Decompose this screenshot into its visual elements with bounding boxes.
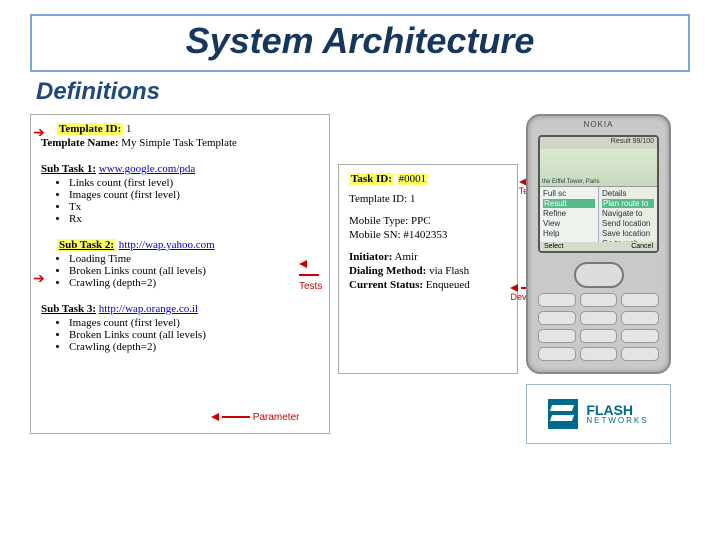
list-item: Tx xyxy=(69,201,319,213)
page-title: System Architecture xyxy=(42,20,678,62)
section-subtitle: Definitions xyxy=(36,78,720,106)
subtask3-label: Sub Task 3: xyxy=(41,303,96,315)
logo-sub: NETWORKS xyxy=(586,417,648,425)
phone-key[interactable] xyxy=(621,329,659,343)
subtask2-url[interactable]: http://wap.yahoo.com xyxy=(119,239,215,251)
phone-mockup: NOKIA Result 99/100 the Eiffel Tower, Pa… xyxy=(526,114,671,374)
subtask1-url[interactable]: www.google.com/pda xyxy=(99,163,195,175)
initiator-value: Amir xyxy=(395,251,418,263)
phone-key[interactable] xyxy=(621,311,659,325)
task-panel: Task ID: #0001 Template ID: 1 from Task … xyxy=(338,164,518,374)
template-panel: ➔ Template ID: 1 Template Name: My Simpl… xyxy=(30,114,330,434)
flash-logo-icon xyxy=(548,399,578,429)
phone-keypad xyxy=(538,261,659,361)
phone-key[interactable] xyxy=(580,293,618,307)
phone-key[interactable] xyxy=(580,329,618,343)
phone-key[interactable] xyxy=(538,329,576,343)
mobile-type-label: Mobile Type: xyxy=(349,215,408,227)
list-item: Crawling (depth=2) xyxy=(69,277,319,289)
arrow-icon: ➔ xyxy=(33,125,45,142)
phone-key[interactable] xyxy=(538,293,576,307)
menu-item[interactable]: Full sc xyxy=(543,189,595,198)
mobile-sn-value: #1402353 xyxy=(403,229,447,241)
list-item: Rx xyxy=(69,213,319,225)
phone-result-bar: Result 99/100 xyxy=(540,137,657,149)
logo-box: FLASH NETWORKS xyxy=(526,384,671,444)
menu-item[interactable]: Result xyxy=(543,199,595,208)
phone-key[interactable] xyxy=(621,293,659,307)
subtask2-list: Loading Time Broken Links count (all lev… xyxy=(69,253,319,289)
menu-item[interactable]: View xyxy=(543,219,595,228)
list-item: Broken Links count (all levels) xyxy=(69,265,319,277)
logo-text: FLASH NETWORKS xyxy=(586,403,648,425)
phone-key[interactable] xyxy=(538,347,576,361)
phone-key[interactable] xyxy=(580,347,618,361)
template-id-value: 1 xyxy=(126,123,132,135)
template-id-value: 1 xyxy=(410,193,416,205)
task-id-value: #0001 xyxy=(397,173,429,185)
phone-map: the Eiffel Tower, Paris xyxy=(540,149,657,187)
mobile-sn-label: Mobile SN: xyxy=(349,229,401,241)
phone-key[interactable] xyxy=(538,311,576,325)
phone-softkeys: Select Cancel xyxy=(540,242,657,251)
dialing-label: Dialing Method: xyxy=(349,265,426,277)
template-id-label: Template ID: xyxy=(57,123,123,135)
device-column: NOKIA Result 99/100 the Eiffel Tower, Pa… xyxy=(526,114,671,444)
phone-dpad[interactable] xyxy=(538,261,659,289)
mobile-type-value: PPC xyxy=(411,215,431,227)
menu-item[interactable]: Save location xyxy=(602,229,654,238)
list-item: Images count (first level) xyxy=(69,317,319,329)
subtask3-url[interactable]: http://wap.orange.co.il xyxy=(99,303,198,315)
list-item: Loading Time xyxy=(69,253,319,265)
subtask2-label: Sub Task 2: xyxy=(57,239,116,251)
dialing-value: via Flash xyxy=(429,265,469,277)
phone-map-label: the Eiffel Tower, Paris xyxy=(542,179,599,185)
phone-key[interactable] xyxy=(621,347,659,361)
status-value: Enqueued xyxy=(426,279,470,291)
softkey-left[interactable]: Select xyxy=(544,243,563,250)
subtask1-label: Sub Task 1: xyxy=(41,163,96,175)
phone-screen: Result 99/100 the Eiffel Tower, Paris Fu… xyxy=(538,135,659,253)
content-area: ➔ Template ID: 1 Template Name: My Simpl… xyxy=(30,114,690,444)
status-label: Current Status: xyxy=(349,279,423,291)
subtask1-list: Links count (first level) Images count (… xyxy=(69,177,319,225)
menu-item[interactable]: Send location xyxy=(602,219,654,228)
template-name-value: My Simple Task Template xyxy=(121,137,237,149)
task-id-label: Task ID: xyxy=(349,173,394,185)
list-item: Broken Links count (all levels) xyxy=(69,329,319,341)
template-id-label: Template ID: xyxy=(349,193,407,205)
title-box: System Architecture xyxy=(30,14,690,72)
menu-item[interactable]: Refine xyxy=(543,209,595,218)
phone-brand: NOKIA xyxy=(528,120,669,129)
arrow-icon: ➔ xyxy=(33,271,45,288)
callout-tests: Tests xyxy=(299,259,329,292)
softkey-right[interactable]: Cancel xyxy=(631,243,653,250)
menu-item[interactable]: Help xyxy=(543,229,595,238)
callout-parameter: Parameter xyxy=(211,412,299,423)
initiator-label: Initiator: xyxy=(349,251,392,263)
menu-item[interactable]: Plan route to xyxy=(602,199,654,208)
list-item: Links count (first level) xyxy=(69,177,319,189)
menu-item[interactable]: Details xyxy=(602,189,654,198)
subtask3-list: Images count (first level) Broken Links … xyxy=(69,317,319,353)
menu-item[interactable]: Navigate to xyxy=(602,209,654,218)
template-name-label: Template Name: xyxy=(41,137,119,149)
list-item: Images count (first level) xyxy=(69,189,319,201)
phone-key[interactable] xyxy=(580,311,618,325)
list-item: Crawling (depth=2) xyxy=(69,341,319,353)
